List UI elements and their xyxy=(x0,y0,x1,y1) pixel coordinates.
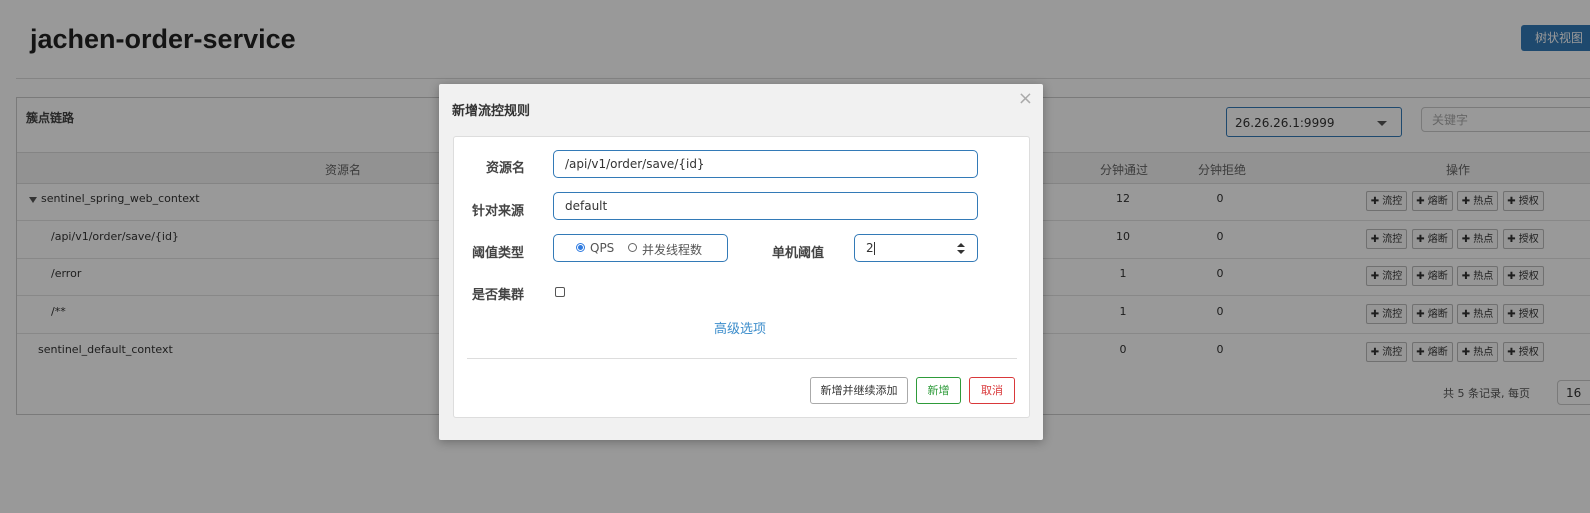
advanced-options-link[interactable]: 高级选项 xyxy=(714,318,766,337)
cluster-label: 是否集群 xyxy=(472,288,525,303)
dialog-title: 新增流控规则 xyxy=(452,104,531,119)
add-button[interactable]: 新增 xyxy=(916,377,961,404)
threshold-type-radio-group: QPS 并发线程数 xyxy=(553,234,728,262)
radio-qps-label: QPS xyxy=(590,241,615,255)
close-icon[interactable]: × xyxy=(1018,88,1033,109)
single-threshold-value: 2 xyxy=(866,241,874,255)
add-and-continue-button[interactable]: 新增并继续添加 xyxy=(810,377,908,404)
divider xyxy=(467,358,1017,359)
cancel-button[interactable]: 取消 xyxy=(969,377,1015,404)
dialog-form: 资源名 /api/v1/order/save/{id} 针对来源 default… xyxy=(453,136,1030,418)
radio-thread-count-label: 并发线程数 xyxy=(642,243,703,257)
add-flow-rule-dialog: 新增流控规则 × 资源名 /api/v1/order/save/{id} 针对来… xyxy=(439,84,1043,440)
radio-thread-count[interactable] xyxy=(628,243,637,252)
single-threshold-label: 单机阈值 xyxy=(772,246,825,261)
origin-input[interactable]: default xyxy=(553,192,978,220)
spinner-up-icon[interactable] xyxy=(957,243,965,247)
origin-label: 针对来源 xyxy=(472,204,525,219)
threshold-type-label: 阈值类型 xyxy=(472,246,525,261)
spinner-down-icon[interactable] xyxy=(957,250,965,254)
text-cursor xyxy=(873,242,875,255)
resource-name-label: 资源名 xyxy=(486,161,526,176)
resource-name-input[interactable]: /api/v1/order/save/{id} xyxy=(553,150,978,178)
radio-qps[interactable] xyxy=(576,243,585,252)
single-threshold-input[interactable]: 2 xyxy=(854,234,978,262)
cluster-checkbox[interactable] xyxy=(555,287,565,297)
